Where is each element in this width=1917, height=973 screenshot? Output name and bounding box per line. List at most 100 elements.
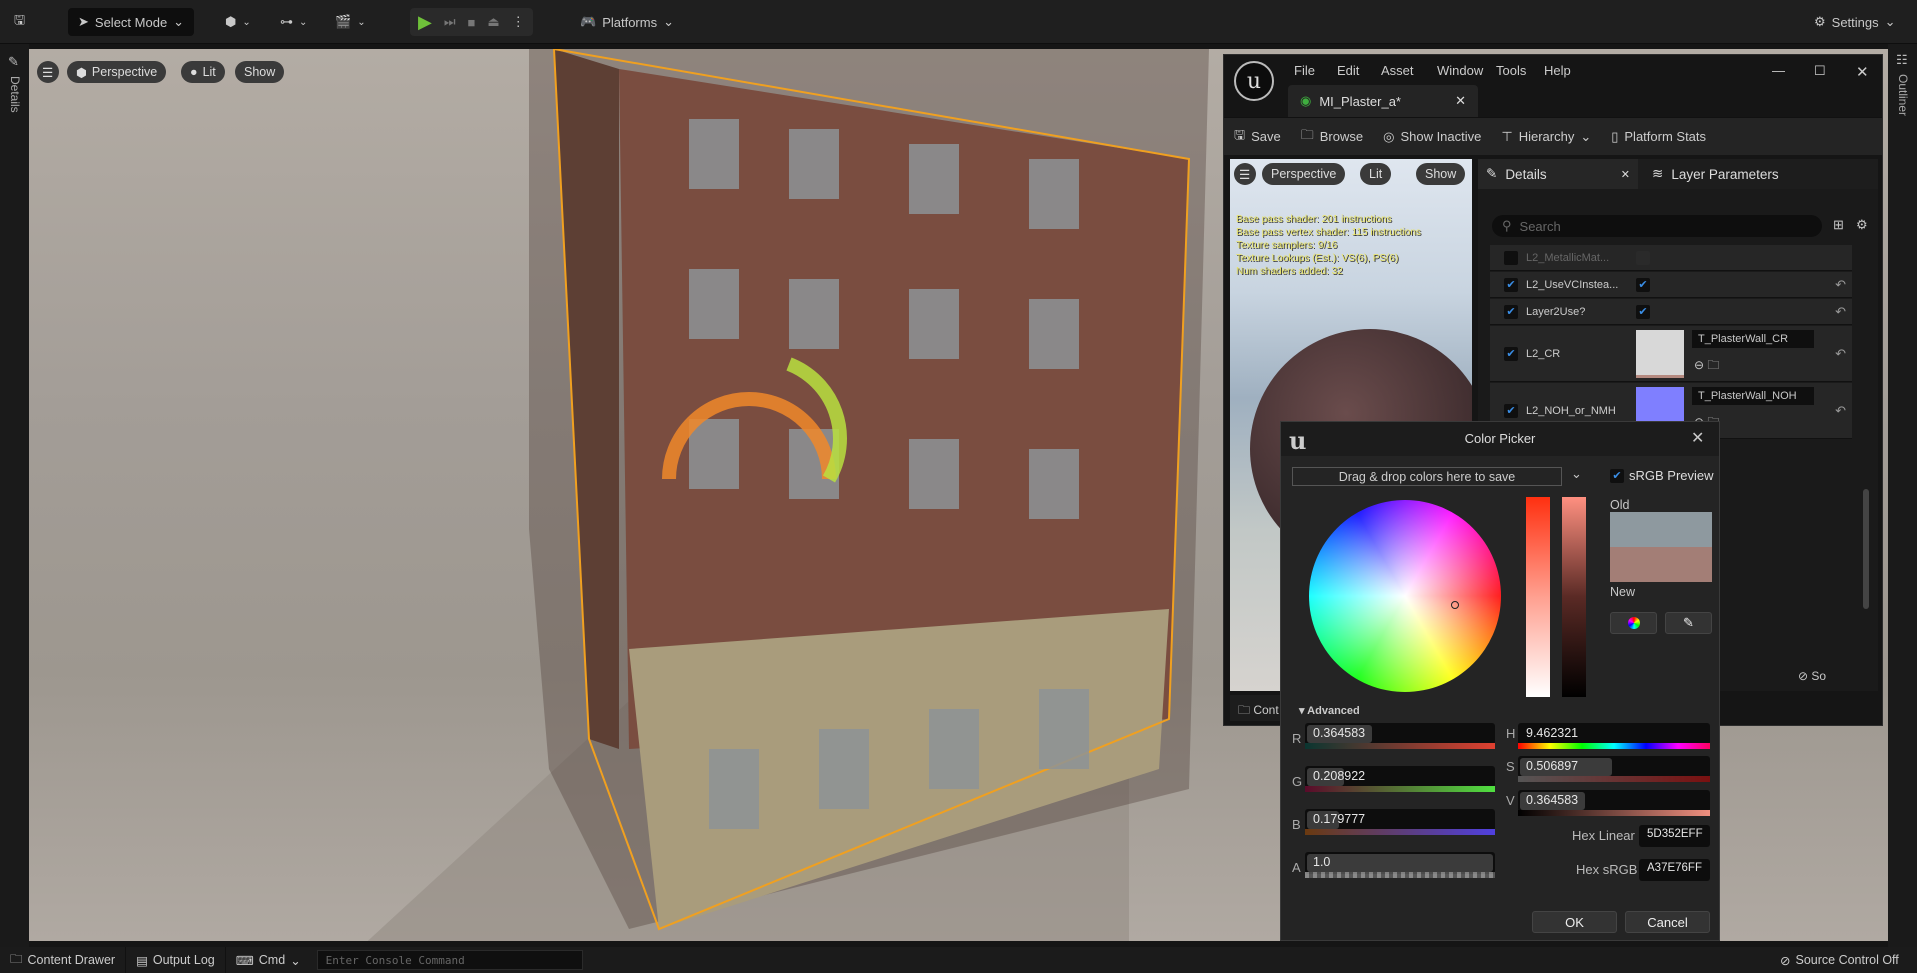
s-input[interactable]: 0.506897 bbox=[1518, 756, 1710, 778]
color-wheel-selector[interactable] bbox=[1451, 601, 1459, 609]
s-gradient bbox=[1518, 776, 1710, 782]
g-gradient bbox=[1305, 786, 1495, 792]
console-input[interactable]: Enter Console Command bbox=[316, 950, 583, 970]
texture-thumbnail[interactable] bbox=[1636, 329, 1684, 378]
b-input[interactable]: 0.179777 bbox=[1305, 809, 1495, 831]
details-side-tab[interactable]: Details bbox=[8, 76, 22, 113]
value-slider[interactable] bbox=[1562, 497, 1586, 697]
a-input[interactable]: 1.0 bbox=[1305, 852, 1495, 874]
show-button[interactable]: Show bbox=[235, 61, 285, 83]
hex-linear-input[interactable]: 5D352EFF bbox=[1639, 825, 1710, 847]
details-scrollbar[interactable] bbox=[1863, 489, 1869, 609]
minimize-button[interactable]: — bbox=[1772, 63, 1785, 78]
outliner-side-tab[interactable]: Outliner bbox=[1896, 74, 1910, 116]
preview-menu-button[interactable]: ☰ bbox=[1234, 163, 1256, 185]
save-button[interactable]: 🖫 Save bbox=[1224, 126, 1291, 148]
use-selected-icon[interactable]: ⊖ 🗀 bbox=[1694, 356, 1719, 377]
color-wheel[interactable] bbox=[1309, 500, 1501, 692]
h-input[interactable]: 9.462321 bbox=[1518, 723, 1710, 745]
details-search-input[interactable]: ⚲ Search bbox=[1492, 215, 1822, 237]
v-input[interactable]: 0.364583 bbox=[1518, 790, 1710, 812]
hierarchy-dropdown[interactable]: ⊤ Hierarchy ⌄ bbox=[1491, 129, 1601, 145]
tab-layer-parameters[interactable]: ≋ Layer Parameters bbox=[1644, 159, 1787, 189]
lit-label: Lit bbox=[202, 65, 216, 79]
step-icon[interactable]: ⏭ bbox=[444, 14, 456, 30]
disabled-icon: ⊘ bbox=[1780, 953, 1791, 968]
color-themes-drop-area[interactable]: Drag & drop colors here to save bbox=[1292, 467, 1562, 486]
reset-icon[interactable]: ↶ bbox=[1835, 277, 1846, 293]
add-actor-button[interactable]: ⬢ ⌄ bbox=[225, 8, 251, 36]
menu-tools[interactable]: Tools bbox=[1496, 63, 1526, 78]
perspective-button[interactable]: ⬢ Perspective bbox=[67, 61, 167, 83]
override-checkbox[interactable]: ✔ bbox=[1504, 304, 1518, 319]
close-tab-icon[interactable]: ✕ bbox=[1621, 168, 1630, 181]
preview-lit-button[interactable]: Lit bbox=[1360, 163, 1392, 185]
source-control-button[interactable]: ⊘ Source Control Off bbox=[1770, 947, 1909, 973]
advanced-section-toggle[interactable]: ▾ Advanced bbox=[1299, 704, 1360, 717]
close-window-button[interactable]: ✕ bbox=[1856, 63, 1869, 81]
more-options-icon[interactable]: ⋮ bbox=[512, 14, 525, 30]
select-mode-dropdown[interactable]: ➤ Select Mode ⌄ bbox=[68, 8, 195, 36]
show-inactive-button[interactable]: ◎ Show Inactive bbox=[1373, 129, 1491, 145]
platform-stats-button[interactable]: ▯ Platform Stats bbox=[1601, 129, 1716, 145]
v-label: V bbox=[1506, 793, 1515, 808]
cinematics-button[interactable]: 🎬 ⌄ bbox=[335, 8, 366, 36]
ok-button[interactable]: OK bbox=[1532, 911, 1617, 933]
settings-label: Settings bbox=[1831, 14, 1879, 30]
override-checkbox[interactable] bbox=[1504, 250, 1518, 265]
reset-icon[interactable]: ↶ bbox=[1835, 304, 1846, 320]
edit-icon: ✎ bbox=[1486, 166, 1498, 181]
browse-button[interactable]: 🗀 Browse bbox=[1291, 126, 1373, 148]
lit-button[interactable]: ● Lit bbox=[181, 61, 225, 83]
play-icon[interactable]: ▶ bbox=[418, 12, 432, 33]
menu-asset[interactable]: Asset bbox=[1381, 63, 1414, 78]
override-checkbox[interactable]: ✔ bbox=[1504, 403, 1518, 418]
menu-file[interactable]: File bbox=[1294, 63, 1315, 78]
menu-help[interactable]: Help bbox=[1544, 63, 1571, 78]
close-dialog-button[interactable]: ✕ bbox=[1691, 428, 1704, 448]
r-input[interactable]: 0.364583 bbox=[1305, 723, 1495, 745]
source-control-mini[interactable]: ⊘ So bbox=[1798, 669, 1826, 683]
tab-details[interactable]: ✎ Details ✕ bbox=[1478, 159, 1638, 189]
hex-srgb-input[interactable]: A37E76FF bbox=[1639, 859, 1710, 881]
value-checkbox[interactable]: ✔ bbox=[1636, 277, 1650, 292]
settings-button[interactable]: ⚙ Settings ⌄ bbox=[1814, 8, 1896, 36]
blueprint-button[interactable]: ⊶ ⌄ bbox=[280, 8, 307, 36]
output-log-button[interactable]: ▤ Output Log bbox=[126, 947, 226, 973]
tab-mi-plaster[interactable]: ◉ MI_Plaster_a* ✕ bbox=[1288, 85, 1478, 117]
table-view-icon[interactable]: ⊞ bbox=[1833, 217, 1844, 233]
value-checkbox[interactable] bbox=[1636, 250, 1650, 265]
cancel-button[interactable]: Cancel bbox=[1625, 911, 1710, 933]
maximize-button[interactable]: ☐ bbox=[1814, 63, 1826, 79]
gear-icon[interactable]: ⚙ bbox=[1856, 217, 1868, 233]
stop-icon[interactable]: ■ bbox=[468, 15, 476, 30]
override-checkbox[interactable]: ✔ bbox=[1504, 277, 1518, 292]
platforms-dropdown[interactable]: 🎮 Platforms ⌄ bbox=[580, 8, 674, 36]
srgb-preview-checkbox[interactable]: ✔ sRGB Preview bbox=[1610, 468, 1714, 483]
texture-name: T_PlasterWall_NOH bbox=[1698, 390, 1797, 402]
close-tab-icon[interactable]: ✕ bbox=[1455, 93, 1466, 109]
viewport-menu-button[interactable]: ☰ bbox=[37, 61, 59, 83]
texture-dropdown[interactable]: T_PlasterWall_CR bbox=[1692, 330, 1814, 348]
new-color-swatch bbox=[1610, 547, 1712, 582]
status-bar: 🗀 Content Drawer ▤ Output Log ⌨ Cmd ⌄ Enter … bbox=[0, 947, 1917, 973]
saturation-slider[interactable] bbox=[1526, 497, 1550, 697]
cmd-dropdown[interactable]: ⌨ Cmd ⌄ bbox=[226, 947, 311, 973]
reset-icon[interactable]: ↶ bbox=[1835, 346, 1846, 362]
color-wheel-toggle-button[interactable] bbox=[1610, 612, 1657, 634]
preview-show-button[interactable]: Show bbox=[1416, 163, 1466, 185]
themes-chevron-icon[interactable]: ⌄ bbox=[1571, 466, 1582, 482]
g-input[interactable]: 0.208922 bbox=[1305, 766, 1495, 788]
eject-icon[interactable]: ⏏ bbox=[487, 14, 499, 30]
preview-perspective-button[interactable]: Perspective bbox=[1262, 163, 1346, 185]
save-icon[interactable]: 🖫 bbox=[14, 8, 25, 36]
value-checkbox[interactable]: ✔ bbox=[1636, 304, 1650, 319]
content-drawer-button[interactable]: 🗀 Content Drawer bbox=[0, 947, 127, 973]
texture-dropdown[interactable]: T_PlasterWall_NOH bbox=[1692, 387, 1814, 405]
reset-icon[interactable]: ↶ bbox=[1835, 403, 1846, 419]
menu-edit[interactable]: Edit bbox=[1337, 63, 1359, 78]
eyedropper-button[interactable]: ✎ bbox=[1665, 612, 1712, 634]
override-checkbox[interactable]: ✔ bbox=[1504, 346, 1518, 361]
menu-window[interactable]: Window bbox=[1437, 63, 1483, 78]
param-label: L2_UseVCInstea... bbox=[1526, 278, 1619, 291]
